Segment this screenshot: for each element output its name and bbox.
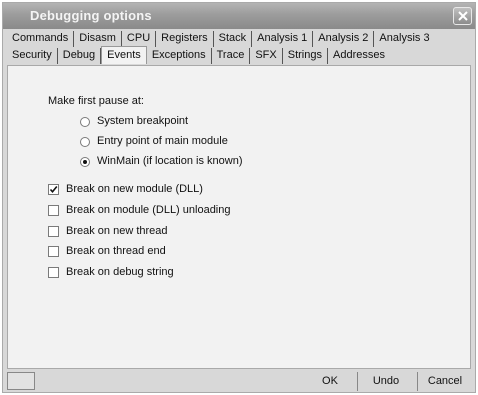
tab-row-back: Commands Disasm CPU Registers Stack Anal… bbox=[7, 31, 435, 47]
close-icon bbox=[457, 11, 468, 21]
label-break-new-module[interactable]: Break on new module (DLL) bbox=[66, 183, 203, 196]
ok-button[interactable]: OK bbox=[307, 372, 353, 391]
tab-disasm[interactable]: Disasm bbox=[74, 31, 122, 47]
tab-exceptions[interactable]: Exceptions bbox=[147, 48, 212, 64]
radio-system-breakpoint[interactable] bbox=[80, 117, 90, 127]
checkbox-break-debug-string[interactable] bbox=[48, 267, 59, 278]
tab-stack[interactable]: Stack bbox=[214, 31, 253, 47]
cancel-button[interactable]: Cancel bbox=[417, 372, 472, 391]
radio-label-entry-point[interactable]: Entry point of main module bbox=[97, 135, 228, 148]
tab-cpu[interactable]: CPU bbox=[122, 31, 157, 47]
radio-entry-point[interactable] bbox=[80, 137, 90, 147]
tab-addresses[interactable]: Addresses bbox=[328, 48, 390, 64]
tab-analysis-2[interactable]: Analysis 2 bbox=[313, 31, 375, 47]
tab-events[interactable]: Events bbox=[101, 46, 147, 64]
window-title: Debugging options bbox=[30, 8, 152, 23]
undo-button[interactable]: Undo bbox=[357, 372, 414, 391]
tab-trace[interactable]: Trace bbox=[212, 48, 251, 64]
tab-analysis-3[interactable]: Analysis 3 bbox=[374, 31, 434, 47]
tab-security[interactable]: Security bbox=[7, 48, 58, 64]
tab-sfx[interactable]: SFX bbox=[250, 48, 283, 64]
label-break-thread-end[interactable]: Break on thread end bbox=[66, 245, 166, 258]
checkbox-break-new-module[interactable] bbox=[48, 184, 59, 195]
label-break-debug-string[interactable]: Break on debug string bbox=[66, 266, 174, 279]
checkbox-break-module-unloading[interactable] bbox=[48, 205, 59, 216]
title-bar[interactable]: Debugging options bbox=[3, 3, 475, 29]
close-button[interactable] bbox=[453, 7, 472, 25]
button-bar: OK Undo Cancel bbox=[7, 372, 471, 392]
checkbox-break-thread-end[interactable] bbox=[48, 246, 59, 257]
first-pause-label: Make first pause at: bbox=[48, 95, 144, 107]
tab-registers[interactable]: Registers bbox=[156, 31, 214, 47]
checkmark-icon bbox=[49, 185, 58, 194]
radio-label-winmain[interactable]: WinMain (if location is known) bbox=[97, 155, 243, 168]
tab-commands[interactable]: Commands bbox=[7, 31, 75, 47]
events-panel: Make first pause at: System breakpoint E… bbox=[7, 65, 471, 369]
tab-strings[interactable]: Strings bbox=[283, 48, 328, 64]
radio-winmain[interactable] bbox=[80, 157, 90, 167]
radio-label-system-breakpoint[interactable]: System breakpoint bbox=[97, 115, 188, 128]
debugging-options-dialog: Debugging options Commands Disasm CPU Re… bbox=[2, 2, 476, 393]
tab-row-front: Security Debug Events Exceptions Trace S… bbox=[7, 46, 390, 64]
checkbox-break-new-thread[interactable] bbox=[48, 226, 59, 237]
status-field bbox=[7, 372, 35, 390]
tab-analysis-1[interactable]: Analysis 1 bbox=[252, 31, 314, 47]
tab-debug[interactable]: Debug bbox=[58, 48, 102, 64]
label-break-new-thread[interactable]: Break on new thread bbox=[66, 225, 168, 238]
label-break-module-unloading[interactable]: Break on module (DLL) unloading bbox=[66, 204, 231, 217]
